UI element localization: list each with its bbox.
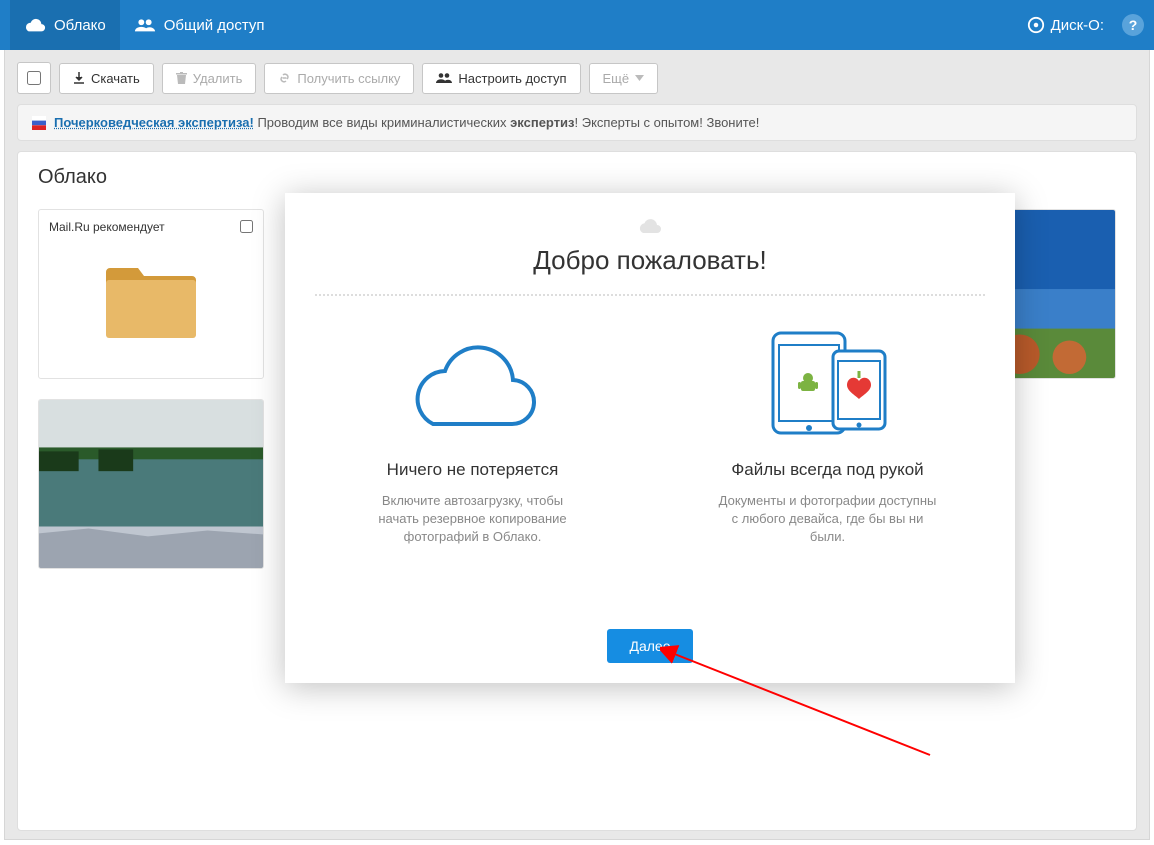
devices-icon — [763, 327, 893, 437]
modal-col-left: Ничего не потеряется Включите автозагруз… — [315, 322, 630, 547]
configure-access-button[interactable]: Настроить доступ — [422, 63, 580, 94]
cloud-outline-icon — [398, 332, 548, 432]
select-all-input[interactable] — [27, 71, 41, 85]
modal-left-text: Включите автозагрузку, чтобы начать резе… — [363, 492, 583, 547]
configure-access-label: Настроить доступ — [458, 71, 566, 86]
link-icon — [278, 72, 291, 84]
page-title: Облако — [38, 166, 1116, 189]
people-icon — [134, 17, 156, 33]
nav-cloud-label: Облако — [54, 17, 106, 34]
trash-icon — [176, 72, 187, 84]
modal-right-heading: Файлы всегда под рукой — [731, 460, 923, 480]
nav-shared-tab[interactable]: Общий доступ — [120, 0, 279, 50]
cloud-small-icon — [637, 217, 663, 235]
disko-icon — [1027, 16, 1045, 34]
download-button[interactable]: Скачать — [59, 63, 154, 94]
nav-cloud-tab[interactable]: Облако — [10, 0, 120, 50]
welcome-modal: Добро пожаловать! Ничего не потеряется В… — [285, 193, 1015, 683]
modal-right-text: Документы и фотографии доступны с любого… — [718, 492, 938, 547]
modal-col-right: Файлы всегда под рукой Документы и фотог… — [670, 322, 985, 547]
ad-flag-icon — [32, 116, 46, 130]
ad-text-2: ! Эксперты с опытом! Звоните! — [575, 115, 760, 130]
more-button[interactable]: Ещё — [589, 63, 659, 94]
ad-bold: экспертиз — [510, 115, 574, 130]
ad-text-1: Проводим все виды криминалистических — [254, 115, 510, 130]
help-button[interactable]: ? — [1122, 14, 1144, 36]
cloud-icon — [24, 17, 46, 33]
delete-button[interactable]: Удалить — [162, 63, 257, 94]
disko-label: Диск-О: — [1051, 17, 1104, 34]
nav-shared-label: Общий доступ — [164, 17, 265, 34]
disko-link[interactable]: Диск-О: — [1027, 16, 1104, 34]
folder-card-checkbox[interactable] — [240, 220, 253, 233]
ad-banner[interactable]: Почерковедческая экспертиза! Проводим вс… — [17, 104, 1137, 141]
modal-title: Добро пожаловать! — [533, 245, 767, 276]
download-label: Скачать — [91, 71, 140, 86]
toolbar: Скачать Удалить Получить ссылку Настроит… — [5, 50, 1149, 104]
folder-icon — [105, 262, 197, 340]
folder-card-label: Mail.Ru рекомендует — [49, 220, 253, 234]
delete-label: Удалить — [193, 71, 243, 86]
modal-divider — [315, 294, 985, 296]
download-icon — [73, 72, 85, 84]
modal-left-heading: Ничего не потеряется — [387, 460, 559, 480]
next-button[interactable]: Далее — [607, 629, 692, 663]
getlink-label: Получить ссылку — [297, 71, 400, 86]
image-thumb-2[interactable] — [38, 399, 264, 569]
top-bar: Облако Общий доступ Диск-О: ? — [0, 0, 1154, 50]
select-all-checkbox[interactable] — [17, 62, 51, 94]
folder-card[interactable]: Mail.Ru рекомендует — [38, 209, 264, 379]
ad-link[interactable]: Почерковедческая экспертиза! — [54, 115, 254, 130]
people-small-icon — [436, 72, 452, 84]
more-label: Ещё — [603, 71, 630, 86]
getlink-button[interactable]: Получить ссылку — [264, 63, 414, 94]
chevron-down-icon — [635, 75, 644, 81]
